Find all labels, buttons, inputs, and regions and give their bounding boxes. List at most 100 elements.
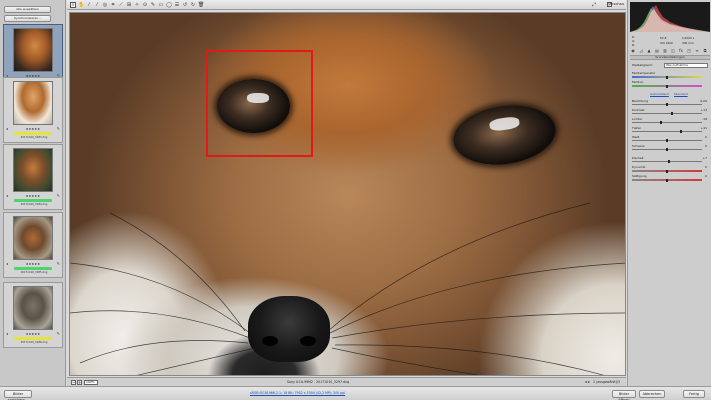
slider-label-highlights: Lichter (632, 117, 643, 121)
star-rating[interactable]: ★★★★★ (14, 195, 52, 198)
sync-button[interactable]: Synchronisieren... (4, 15, 51, 22)
slider-value-clarity[interactable]: +7 (703, 156, 707, 160)
star-rating[interactable]: ★★★★★ (14, 128, 52, 131)
tab-lens-icon[interactable]: ◫ (670, 48, 676, 54)
adjustment-panel: R: G: B: f/2,8 1/1000 s ISO 1600 300 mm … (627, 0, 711, 386)
tab-hsl-icon[interactable]: ▤ (654, 48, 660, 54)
radial-filter-icon[interactable]: ◯ (166, 2, 172, 8)
white-balance-tool-icon[interactable]: ⁄ (86, 2, 92, 8)
adjustment-brush-icon[interactable]: ✎ (150, 2, 156, 8)
saturation-slider-thumb[interactable] (666, 179, 668, 182)
tab-detail-icon[interactable]: ▲ (646, 48, 652, 54)
warning-icon: ◂ (6, 193, 9, 198)
temperature-slider-thumb[interactable] (666, 76, 668, 79)
cancel-button[interactable]: Abbrechen (639, 390, 665, 398)
default-link[interactable]: Standard (674, 92, 688, 96)
edit-marker-icon: ✎ (56, 331, 60, 336)
thumb-image (13, 148, 53, 192)
spot-removal-tool-icon[interactable]: ✧ (134, 2, 140, 8)
targeted-adjustment-tool-icon[interactable]: ◎ (102, 2, 108, 8)
slider-value-saturation[interactable]: 0 (705, 174, 707, 178)
camera-info: R: G: B: f/2,8 1/1000 s ISO 1600 300 mm (632, 35, 695, 47)
zoom-out-button[interactable]: − (71, 380, 76, 385)
filmstrip-thumb-5[interactable]: ◂ ★★★★★ ✎ 20171010_3286.dng (3, 282, 63, 348)
slider-value-contrast[interactable]: +13 (701, 108, 707, 112)
slider-label-contrast: Kontrast (632, 108, 645, 112)
open-images-button[interactable]: Bilder öffnen (612, 390, 636, 400)
slider-value-shadows[interactable]: +41 (701, 126, 707, 130)
crop-tool-icon[interactable]: ⌗ (110, 2, 116, 8)
preview-label: Vorschau (607, 2, 624, 6)
whisker-lines (70, 202, 625, 375)
save-images-button[interactable]: Bilder speichern... (4, 390, 32, 400)
slider-value-vibrance[interactable]: 0 (705, 165, 707, 169)
clarity-slider-thumb[interactable] (668, 160, 671, 163)
warning-icon: ◂ (6, 126, 9, 131)
done-button[interactable]: Fertig (683, 390, 705, 398)
zoom-level-select[interactable]: 100% (84, 380, 98, 385)
tab-camera-calibration-icon[interactable]: ◳ (686, 48, 692, 54)
thumb-filename: 20171010_3286.dng (20, 341, 48, 344)
bottom-bar: Bilder speichern... sRGB IEC61966-2.1; 1… (0, 386, 711, 400)
whites-slider-thumb[interactable] (666, 139, 668, 142)
slider-label-shadows: Tiefen (632, 126, 642, 130)
filmstrip-thumb-2[interactable]: ◂ ★★★★★ ✎ 20171010_3283.dng (3, 77, 63, 143)
exposure-slider-thumb[interactable] (666, 103, 668, 106)
tab-basic-icon[interactable]: ◉ (630, 48, 636, 54)
zoom-in-button[interactable]: + (77, 380, 82, 385)
warning-icon: ◂ (6, 331, 9, 336)
image-nav-arrows-icon[interactable]: ◂ ▸ (585, 379, 590, 384)
hand-tool-icon[interactable]: ✋ (78, 2, 84, 8)
slider-value-highlights[interactable]: -18 (702, 117, 707, 121)
contrast-slider[interactable] (632, 113, 702, 114)
thumb-image (13, 81, 53, 125)
shadows-slider[interactable] (632, 131, 702, 132)
clarity-slider[interactable] (632, 161, 702, 162)
star-rating[interactable]: ★★★★★ (14, 263, 52, 266)
tint-slider-thumb[interactable] (666, 85, 668, 88)
preview-status-bar: − + 100% Sony ILCA-99M2 - 20171010_3297.… (67, 377, 626, 386)
shadows-slider-thumb[interactable] (680, 130, 682, 133)
vibrance-slider-thumb[interactable] (666, 170, 668, 173)
slider-value-blacks[interactable]: 0 (705, 144, 707, 148)
workflow-options-link[interactable]: sRGB IEC61966-2.1; 16 Bit; 7952 x 5304 (… (250, 391, 345, 395)
tab-split-toning-icon[interactable]: ▥ (662, 48, 668, 54)
color-label (14, 132, 52, 135)
highlights-slider[interactable] (632, 122, 702, 123)
panel-title: Grundeinstellungen (630, 55, 710, 60)
transform-tool-icon[interactable]: ⊞ (126, 2, 132, 8)
tab-effects-icon[interactable]: fx (678, 48, 684, 54)
slider-value-exposure[interactable]: 0,00 (700, 99, 707, 103)
graduated-filter-icon[interactable]: ▭ (158, 2, 164, 8)
fullscreen-icon[interactable]: ⤢ (592, 2, 596, 8)
main-image-preview[interactable] (69, 12, 626, 376)
blacks-slider-thumb[interactable] (666, 148, 668, 151)
tab-tone-curve-icon[interactable]: ◿ (638, 48, 644, 54)
filmstrip-thumb-4[interactable]: ◂ ★★★★★ ✎ 20171010_3285.dng (3, 212, 63, 278)
thumb-filename: 20171010_3283.dng (20, 136, 48, 139)
histogram (630, 2, 710, 32)
tool-bar: ⌕ ✋ ⁄ ⁄ ◎ ⌗ ⟋ ⊞ ✧ ⊙ ✎ ▭ ◯ ☰ ↺ ↻ 🗑 ⤢ ✓ Vo… (67, 0, 626, 10)
tab-snapshots-icon[interactable]: ⧉ (702, 48, 708, 54)
rotate-left-icon[interactable]: ↺ (182, 2, 188, 8)
file-info-text: Sony ILCA-99M2 - 20171010_3297.dng (287, 380, 350, 384)
rotate-right-icon[interactable]: ↻ (190, 2, 196, 8)
preferences-icon[interactable]: ☰ (174, 2, 180, 8)
auto-link[interactable]: Automatisch (650, 92, 669, 96)
trash-icon[interactable]: 🗑 (198, 2, 204, 8)
color-label (14, 199, 52, 202)
red-eye-tool-icon[interactable]: ⊙ (142, 2, 148, 8)
contrast-slider-thumb[interactable] (670, 112, 673, 115)
slider-value-whites[interactable]: 0 (705, 135, 707, 139)
tab-presets-icon[interactable]: ≡ (694, 48, 700, 54)
thumb-image (13, 28, 53, 72)
color-sampler-tool-icon[interactable]: ⁄ (94, 2, 100, 8)
star-rating[interactable]: ★★★★★ (14, 333, 52, 336)
thumb-filename: 20171010_3285.dng (20, 271, 48, 274)
select-all-button[interactable]: Alle auswählen (4, 6, 51, 13)
zoom-tool-icon[interactable]: ⌕ (70, 2, 76, 8)
highlights-slider-thumb[interactable] (659, 121, 662, 124)
straighten-tool-icon[interactable]: ⟋ (118, 2, 124, 8)
white-balance-select[interactable]: Wie Aufnahme (664, 63, 708, 68)
filmstrip-thumb-3[interactable]: ◂ ★★★★★ ✎ 20171010_3284.dng (3, 144, 63, 210)
